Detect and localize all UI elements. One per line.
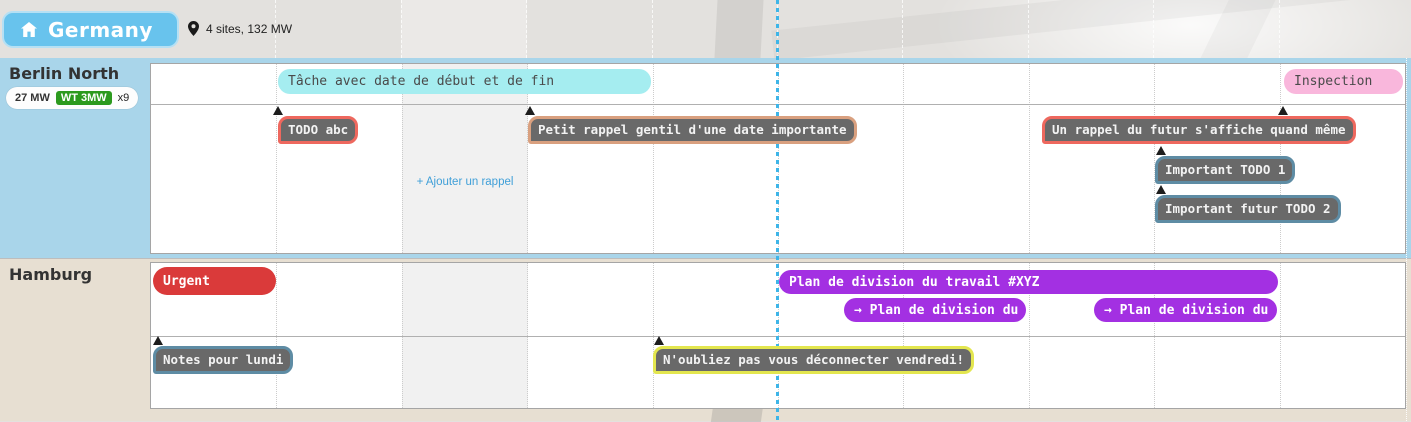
header-day-gridline	[1153, 0, 1154, 58]
header-day-gridline	[1279, 0, 1280, 58]
day-gridline	[903, 64, 904, 253]
reminder-date-marker	[153, 336, 163, 345]
reminder-date-marker	[273, 106, 283, 115]
header-weekend-band	[401, 0, 527, 58]
background-turbine-blade	[714, 0, 763, 58]
reminder-date-marker	[525, 106, 535, 115]
site-selector-button[interactable]: Germany	[2, 11, 179, 48]
row-berlin-north: Berlin North 27 MW WT 3MW x9 + Ajouter u…	[0, 58, 1411, 258]
reminder-date-marker	[1156, 146, 1166, 155]
reminder-note[interactable]: Petit rappel gentil d'une date important…	[528, 116, 857, 144]
site-meta: 4 sites, 132 MW	[188, 21, 292, 36]
turbine-count-label: x9	[118, 92, 130, 104]
row-hamburg: Hamburg Urgent Plan de division du travai…	[0, 258, 1411, 421]
reminder-note[interactable]: N'oubliez pas vous déconnecter vendredi!	[653, 346, 974, 374]
day-gridline	[276, 64, 277, 253]
location-pin-icon	[188, 21, 199, 36]
task-bar[interactable]: Urgent	[153, 267, 276, 295]
capacity-label: 27 MW	[15, 92, 50, 104]
home-icon	[21, 22, 37, 37]
row-title[interactable]: Hamburg	[9, 265, 92, 284]
turbine-type-badge: WT 3MW	[56, 91, 112, 105]
day-gridline	[1029, 64, 1030, 253]
reminder-note[interactable]: Un rappel du futur s'affiche quand même	[1042, 116, 1356, 144]
row-title[interactable]: Berlin North	[9, 64, 119, 83]
capacity-pill: 27 MW WT 3MW x9	[6, 87, 138, 109]
site-stats-label: 4 sites, 132 MW	[206, 22, 292, 36]
task-bar[interactable]: Inspection	[1284, 69, 1403, 94]
reminder-date-marker	[1156, 185, 1166, 194]
reminder-note[interactable]: Notes pour lundi	[153, 346, 293, 374]
reminder-note[interactable]: Important TODO 1	[1155, 156, 1295, 184]
header-day-gridline	[902, 0, 903, 58]
header-day-gridline	[1028, 0, 1029, 58]
header-day-gridline	[401, 0, 402, 58]
reminder-date-marker	[654, 336, 664, 345]
header-day-gridline	[652, 0, 653, 58]
task-bar[interactable]: Plan de division du travail #XYZ	[779, 270, 1278, 294]
day-gridline	[1154, 64, 1155, 253]
task-bar[interactable]: → Plan de division du	[1094, 298, 1277, 322]
header-day-gridline	[526, 0, 527, 58]
day-gridline	[653, 64, 654, 253]
task-bar[interactable]: Tâche avec date de début et de fin	[278, 69, 651, 94]
reminder-note[interactable]: Important futur TODO 2	[1155, 195, 1341, 223]
right-edge-gridline	[1406, 58, 1407, 421]
scheduler-app: Germany 4 sites, 132 MW Berlin North 27 …	[0, 0, 1411, 421]
add-reminder-link[interactable]: + Ajouter un rappel	[402, 176, 528, 188]
task-bar[interactable]: → Plan de division du	[844, 298, 1026, 322]
reminder-note[interactable]: TODO abc	[278, 116, 358, 144]
reminder-date-marker	[1278, 106, 1288, 115]
site-title: Germany	[48, 18, 153, 42]
